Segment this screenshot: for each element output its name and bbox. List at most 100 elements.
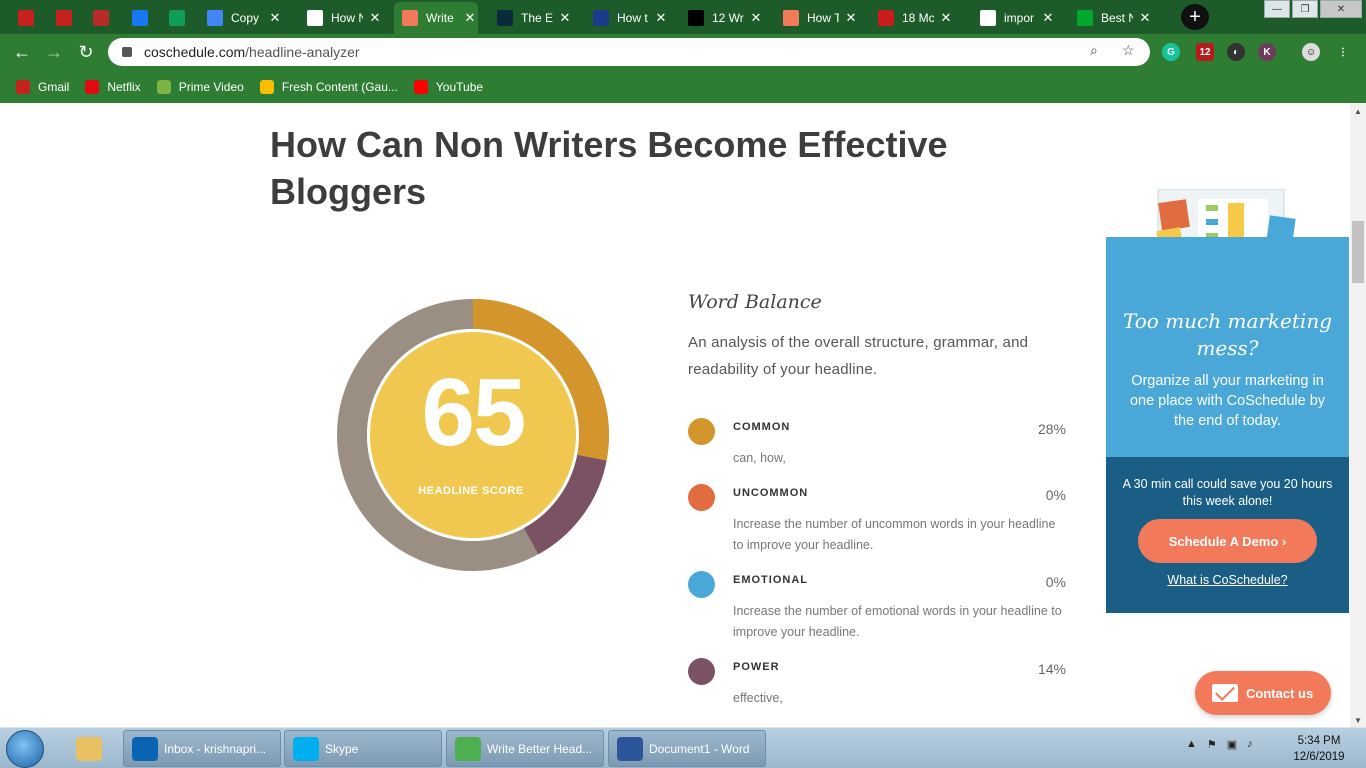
bookmark-icon [259,79,274,94]
tab-title: 12 Wr [712,11,744,25]
close-tab-icon[interactable]: ✕ [653,10,669,26]
category-description: Increase the number of emotional words i… [733,604,1062,639]
tab-title: impor [1004,11,1035,25]
category-dot-icon [688,484,715,511]
close-tab-icon[interactable]: ✕ [367,10,383,26]
taskbar-item[interactable]: Document1 - Word [608,730,766,767]
reload-button[interactable]: ↻ [74,40,98,64]
quora-icon [93,10,109,26]
coschedule-icon [402,10,418,26]
close-tab-icon[interactable]: ✕ [462,10,478,26]
action-center-icon[interactable]: ⚑ [1207,738,1217,751]
category-percent: 28% [1037,421,1066,437]
tab-10[interactable]: 12 Wr ✕ [680,4,764,32]
category-label: POWER [733,661,780,673]
bookmark-item[interactable]: Gmail [16,79,69,94]
close-window-button[interactable]: ✕ [1320,0,1362,18]
taskbar-item[interactable]: Write Better Head... [446,730,604,767]
bookmark-item[interactable]: Netflix [85,79,141,94]
maximize-button[interactable]: ❐ [1292,0,1318,18]
coschedule-icon [783,10,799,26]
tab-13[interactable]: impor ✕ [972,4,1056,32]
tab-5[interactable]: Copy c ✕ [199,4,283,32]
page-scrollbar[interactable]: ▲ ▼ [1350,103,1366,727]
tab-8[interactable]: The Es ✕ [489,4,573,32]
close-tab-icon[interactable]: ✕ [843,10,859,26]
tab-6[interactable]: How N ✕ [299,4,383,32]
what-is-coschedule-link[interactable]: What is CoSchedule? [1106,573,1349,587]
close-tab-icon[interactable]: ✕ [267,10,283,26]
tab-2[interactable] [85,4,109,32]
back-button[interactable]: ← [10,40,34,64]
network-icon[interactable]: ▣ [1227,738,1237,751]
tab-7[interactable]: Write ✕ [394,2,478,34]
tab-9[interactable]: How t ✕ [585,4,669,32]
profile-k-icon[interactable]: K [1258,43,1276,61]
close-tab-icon[interactable]: ✕ [748,10,764,26]
forward-button[interactable]: → [42,40,66,64]
new-tab-button[interactable]: + [1181,4,1209,30]
bookmark-item[interactable]: Prime Video [156,79,244,94]
volume-icon[interactable]: ♪ [1247,738,1253,751]
close-tab-icon[interactable]: ✕ [1137,10,1153,26]
google-icon [307,10,323,26]
show-hidden-icons-icon[interactable]: ▲ [1186,738,1197,751]
bookmark-label: Netflix [107,79,141,94]
bookmark-label: Prime Video [178,79,244,94]
bookmark-item[interactable]: Fresh Content (Gau... [259,79,398,94]
scroll-up-icon[interactable]: ▲ [1350,107,1366,116]
taskbar-item-label: Write Better Head... [487,741,593,756]
taskbar-item[interactable]: Inbox - krishnapri... [123,730,281,767]
tab-title: How t [617,11,648,25]
tab-1[interactable] [48,4,72,32]
window-controls: — ❐ ✕ [1264,0,1362,18]
tab-title: How N [331,11,363,25]
tab-title: 18 Mc [902,11,934,25]
minimize-button[interactable]: — [1264,0,1290,18]
contact-us-label: Contact us [1246,685,1314,701]
headline-score-label: HEADLINE SCORE [418,485,524,497]
bookmark-star-icon[interactable]: ☆ [1122,42,1135,59]
tab-3[interactable] [124,4,148,32]
grammarly-icon[interactable]: G [1162,43,1180,61]
tab-title: How T [807,11,839,25]
taskbar-clock[interactable]: 5:34 PM 12/6/2019 [1284,733,1354,765]
tab-12[interactable]: 18 Mc ✕ [870,4,954,32]
system-tray: ▲ ⚑ ▣ ♪ [1186,738,1253,751]
bookmark-icon [85,79,100,94]
taskbar-item[interactable]: Skype [284,730,442,767]
tab-11[interactable]: How T ✕ [775,4,859,32]
taskbar-item-label: Skype [325,741,359,756]
contact-us-button[interactable]: Contact us [1195,671,1331,715]
sheets-icon [169,10,185,26]
avatar[interactable]: ☺ [1302,43,1320,61]
dl-icon [688,10,704,26]
ad-heading: Too much marketing mess? [1122,309,1333,360]
start-button[interactable] [6,730,44,768]
close-tab-icon[interactable]: ✕ [1040,10,1056,26]
close-tab-icon[interactable]: ✕ [938,10,954,26]
url-text: coschedule.com/headline-analyzer [144,44,360,60]
bookmarks-bar: Gmail Netflix Prime Video Fresh Content (Ga… [0,70,1366,103]
tab-14[interactable]: Best N ✕ [1069,4,1153,32]
menu-icon[interactable]: ⋮ [1334,43,1352,61]
zoom-icon[interactable]: ⌕ [1090,42,1098,59]
extension-badge-icon[interactable]: 12 [1196,43,1214,61]
address-bar[interactable]: coschedule.com/headline-analyzer ⌕ ☆ [108,38,1150,66]
explorer-button[interactable] [70,730,112,767]
tab-0[interactable] [10,4,34,32]
skype-icon [293,736,319,761]
category-dot-icon [688,658,715,685]
facebook-icon [132,10,148,26]
scrollbar-thumb[interactable] [1352,221,1364,283]
taskbar-item-label: Document1 - Word [649,741,750,756]
bookmark-item[interactable]: YouTube [413,79,483,94]
bookmark-label: Fresh Content (Gau... [281,79,398,94]
google-icon [980,10,996,26]
close-tab-icon[interactable]: ✕ [557,10,573,26]
scroll-down-icon[interactable]: ▼ [1350,716,1366,725]
tab-title: Write [426,11,454,25]
schedule-demo-button[interactable]: Schedule A Demo › [1138,519,1317,563]
extension-icon[interactable]: ◐ [1227,43,1245,61]
tab-4[interactable] [161,4,185,32]
